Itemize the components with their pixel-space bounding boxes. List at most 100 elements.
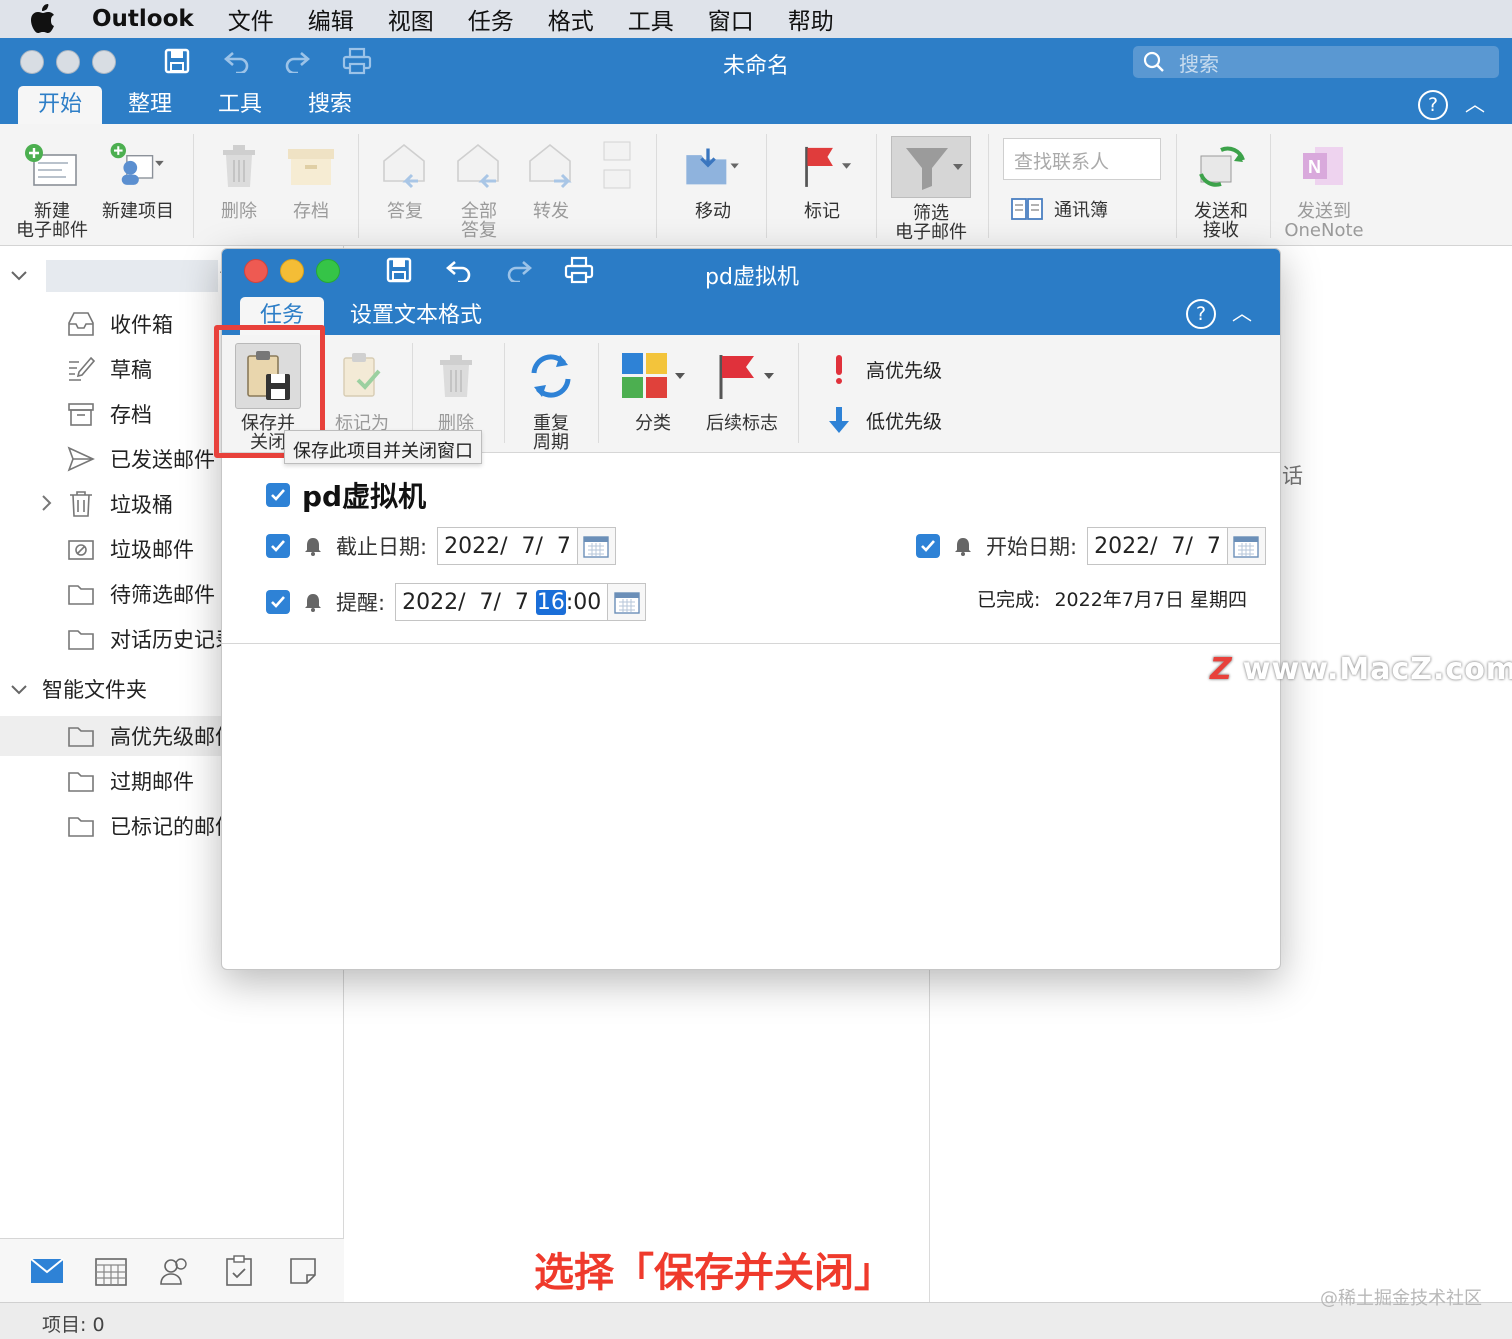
- calendar-picker-icon[interactable]: [1226, 528, 1265, 564]
- new-email-button[interactable]: 新建 电子邮件: [14, 136, 90, 240]
- delete-task-button[interactable]: 删除: [426, 343, 486, 433]
- tab-search[interactable]: 搜索: [288, 86, 372, 124]
- bell-icon: [302, 536, 324, 556]
- menu-help[interactable]: 帮助: [788, 2, 834, 36]
- reminder-checkbox[interactable]: [266, 590, 290, 614]
- menu-format[interactable]: 格式: [548, 2, 594, 36]
- flag-button[interactable]: 标记: [782, 136, 862, 221]
- find-contact-input[interactable]: 查找联系人: [1003, 138, 1161, 180]
- tab-home[interactable]: 开始: [18, 86, 103, 124]
- help-button[interactable]: ?: [1186, 299, 1216, 329]
- ribbon-separator: [1270, 134, 1271, 238]
- account-header[interactable]: t: [10, 260, 228, 292]
- ribbon-separator: [504, 343, 505, 443]
- calendar-picker-icon[interactable]: [607, 584, 646, 620]
- chevron-right-icon[interactable]: [40, 494, 52, 516]
- sent-icon: [66, 444, 96, 474]
- delete-button[interactable]: 删除: [208, 136, 270, 221]
- people-icon[interactable]: [158, 1254, 192, 1288]
- meeting-reply-button[interactable]: [594, 136, 638, 202]
- recurrence-button[interactable]: 重复 周期: [518, 343, 584, 452]
- folder-icon: [66, 721, 96, 751]
- menu-task[interactable]: 任务: [468, 2, 514, 36]
- chevron-down-icon[interactable]: [10, 677, 28, 701]
- send-receive-button[interactable]: 发送和 接收: [1186, 136, 1256, 240]
- collapse-ribbon-icon[interactable]: ︿: [1465, 88, 1485, 117]
- high-priority-button[interactable]: 高优先级: [824, 353, 942, 385]
- apple-icon[interactable]: [30, 4, 66, 34]
- trash-icon: [426, 343, 486, 409]
- reminder-hour-selected[interactable]: 16: [535, 589, 566, 615]
- start-date-label: 开始日期:: [986, 535, 1078, 559]
- send-receive-icon: [1191, 136, 1251, 196]
- send-to-onenote-button[interactable]: N 发送到 OneNote: [1282, 136, 1366, 240]
- tab-format-text[interactable]: 设置文本格式: [330, 297, 502, 335]
- tab-tools[interactable]: 工具: [198, 86, 282, 124]
- reading-pane-text: 话: [1282, 464, 1303, 488]
- new-item-label: 新建项目: [102, 201, 174, 222]
- complete-checkbox[interactable]: [266, 483, 290, 507]
- search-input[interactable]: 搜索: [1133, 46, 1499, 78]
- smart-folder-overdue[interactable]: 过期邮件: [66, 761, 194, 801]
- folder-archive[interactable]: 存档: [66, 394, 152, 434]
- filter-email-button[interactable]: 筛选 电子邮件: [888, 136, 974, 242]
- folder-drafts[interactable]: 草稿: [66, 349, 152, 389]
- smart-folder-flagged[interactable]: 已标记的邮件: [66, 806, 236, 846]
- reply-button[interactable]: 答复: [374, 136, 436, 221]
- due-date-checkbox[interactable]: [266, 534, 290, 558]
- help-button[interactable]: ?: [1418, 90, 1448, 120]
- calendar-icon[interactable]: [94, 1254, 128, 1288]
- menu-edit[interactable]: 编辑: [308, 2, 354, 36]
- start-date-field[interactable]: 2022/ 7/ 7: [1087, 527, 1266, 565]
- calendar-picker-icon[interactable]: [576, 528, 615, 564]
- column-divider: [929, 1238, 930, 1302]
- smart-folders-header[interactable]: 智能文件夹: [10, 674, 147, 704]
- folder-conversation-history[interactable]: 对话历史记录: [66, 619, 236, 659]
- forward-label: 转发: [533, 201, 569, 222]
- low-priority-button[interactable]: 低优先级: [824, 405, 942, 435]
- menu-outlook[interactable]: Outlook: [92, 6, 194, 32]
- forward-button[interactable]: 转发: [520, 136, 582, 221]
- folder-trash[interactable]: 垃圾桶: [66, 484, 173, 524]
- task-subject[interactable]: pd虚拟机: [302, 475, 426, 515]
- archive-button[interactable]: 存档: [280, 136, 342, 221]
- filter-email-label: 筛选 电子邮件: [895, 203, 967, 243]
- menu-tools[interactable]: 工具: [628, 2, 674, 36]
- folder-inbox[interactable]: 收件箱: [66, 304, 173, 344]
- folder-sent[interactable]: 已发送邮件: [66, 439, 215, 479]
- search-icon: [1143, 51, 1164, 72]
- item-count: 项目: 0: [42, 1314, 105, 1336]
- folder-label: 存档: [110, 403, 152, 427]
- main-tabs: 开始 整理 工具 搜索: [18, 84, 378, 124]
- folder-clutter[interactable]: 待筛选邮件: [66, 574, 215, 614]
- svg-text:N: N: [1308, 157, 1321, 177]
- due-date-field[interactable]: 2022/ 7/ 7: [437, 527, 616, 565]
- menu-file[interactable]: 文件: [228, 2, 274, 36]
- categorize-button[interactable]: 分类: [616, 343, 690, 433]
- folder-junk[interactable]: 垃圾邮件: [66, 529, 194, 569]
- new-item-button[interactable]: 新建项目: [98, 136, 178, 221]
- mail-icon[interactable]: [30, 1254, 64, 1288]
- new-email-icon: [22, 136, 82, 196]
- reply-all-button[interactable]: 全部 答复: [448, 136, 510, 240]
- tab-organize[interactable]: 整理: [108, 86, 192, 124]
- collapse-ribbon-icon[interactable]: ︿: [1232, 297, 1252, 326]
- folder-icon: [66, 624, 96, 654]
- start-date-value: 2022/ 7/ 7: [1094, 533, 1221, 559]
- folder-icon: [66, 766, 96, 796]
- tasks-icon[interactable]: [222, 1254, 256, 1288]
- notes-icon[interactable]: [286, 1254, 320, 1288]
- start-date-row: 开始日期: 2022/ 7/ 7: [916, 527, 1266, 565]
- follow-up-button[interactable]: 后续标志: [700, 343, 784, 433]
- start-date-checkbox[interactable]: [916, 534, 940, 558]
- mark-complete-button[interactable]: 标记为 完成: [322, 343, 402, 434]
- chevron-down-icon[interactable]: [10, 267, 28, 286]
- menu-view[interactable]: 视图: [388, 2, 434, 36]
- menu-window[interactable]: 窗口: [708, 2, 754, 36]
- folder-label: 过期邮件: [110, 770, 194, 794]
- reminder-field[interactable]: 2022/ 7/ 7 16:00: [395, 583, 647, 621]
- address-book-button[interactable]: 通讯簿: [1010, 196, 1108, 222]
- move-button[interactable]: 移动: [672, 136, 754, 221]
- folder-label: 高优先级邮件: [110, 725, 236, 749]
- trash-icon: [209, 136, 269, 196]
